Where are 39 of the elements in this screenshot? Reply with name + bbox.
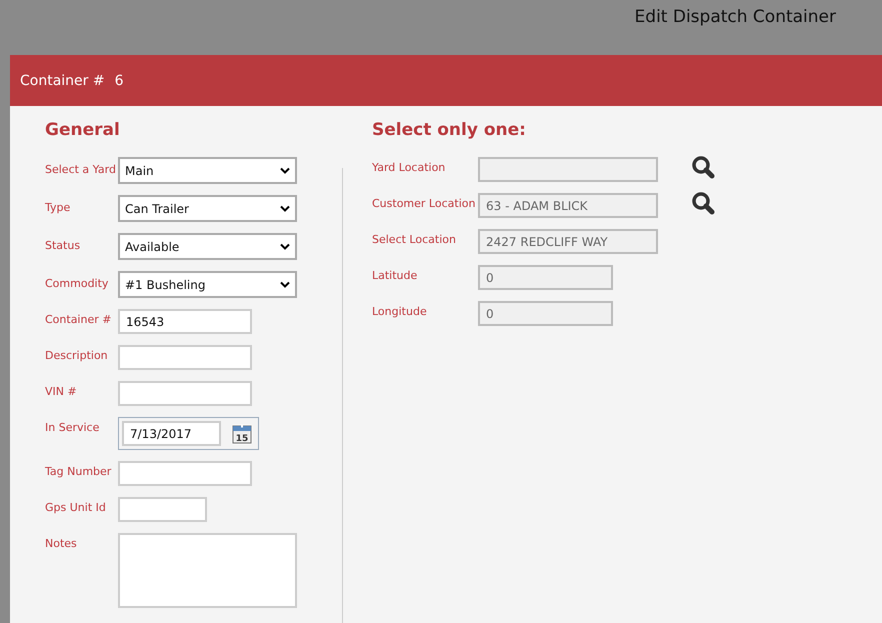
dropdown[interactable]: Available xyxy=(118,233,297,260)
input-field[interactable] xyxy=(118,345,252,370)
field-label: Notes xyxy=(45,536,78,550)
input-field[interactable] xyxy=(118,381,252,406)
input-field[interactable] xyxy=(118,497,207,522)
section-title: General xyxy=(45,120,121,142)
chevron-icon xyxy=(280,281,290,288)
field-label: Commodity xyxy=(45,276,110,290)
window-title: Edit Dispatch Container xyxy=(634,7,836,27)
field-label: Description xyxy=(45,348,109,362)
field-label: Customer Location xyxy=(372,196,476,210)
field-label: Status xyxy=(45,238,82,252)
field-label: Gps Unit Id xyxy=(45,500,107,514)
input-field[interactable]: 16543 xyxy=(118,309,252,334)
dropdown[interactable]: Can Trailer xyxy=(118,195,297,222)
container-number: 6 xyxy=(114,72,124,88)
chevron-icon xyxy=(280,205,290,212)
field-label: Tag Number xyxy=(45,464,112,478)
notes-field[interactable] xyxy=(118,533,297,608)
field-label: VIN # xyxy=(45,384,78,398)
dropdown[interactable]: #1 Busheling xyxy=(118,271,297,298)
search-icon[interactable] xyxy=(691,191,715,215)
field-label: Container # xyxy=(45,312,112,326)
chevron-icon xyxy=(280,243,290,250)
chevron-icon xyxy=(280,167,290,174)
field-label: Longitude xyxy=(372,304,428,318)
field-label: Type xyxy=(45,200,72,214)
input-field[interactable] xyxy=(118,461,252,486)
field-label: Latitude xyxy=(372,268,418,282)
field-label: Yard Location xyxy=(372,160,446,174)
dropdown[interactable]: Main xyxy=(118,157,297,184)
search-icon[interactable] xyxy=(691,155,715,179)
date-field[interactable]: 7/13/2017 xyxy=(122,421,221,446)
field-label: Select Location xyxy=(372,232,457,246)
section-title: Select only one: xyxy=(372,120,527,142)
header-label: Container # xyxy=(20,72,105,88)
field-label: Select a Yard xyxy=(45,162,117,176)
calendar-icon[interactable]: 15 xyxy=(232,424,252,444)
field-label: In Service xyxy=(45,420,100,434)
